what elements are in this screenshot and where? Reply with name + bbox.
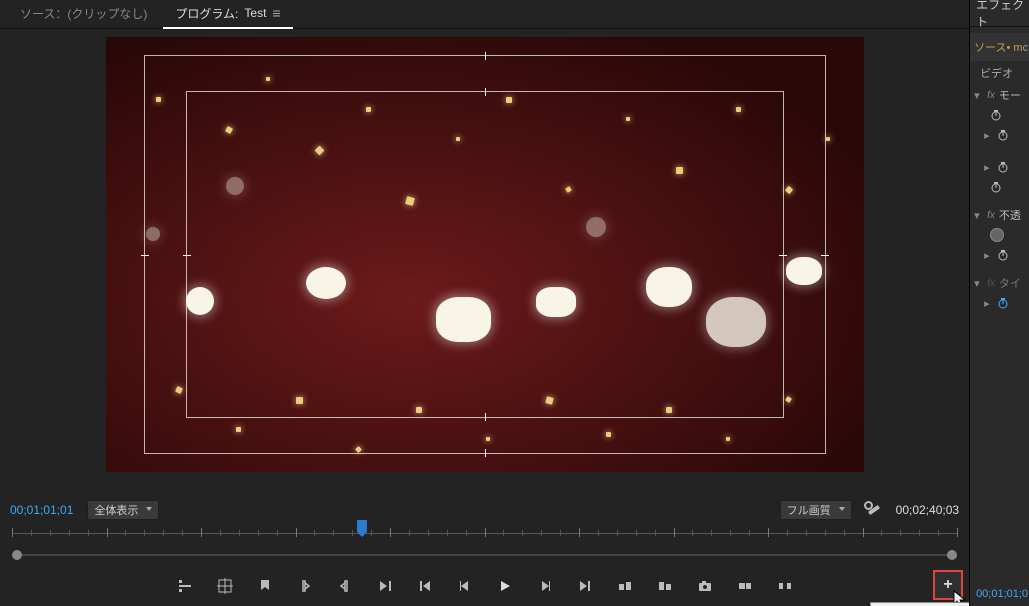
fx-badge-off-icon: fx [987, 278, 995, 289]
goto-marker-icon[interactable] [375, 576, 395, 596]
twirl-icon[interactable] [984, 297, 993, 310]
ellipse-mask-icon[interactable] [990, 228, 1004, 242]
opacity-label: 不透 [999, 207, 1021, 223]
safe-margin-inner [186, 91, 784, 418]
twirl-icon[interactable] [984, 161, 993, 174]
effect-tab[interactable]: エフェクト [970, 0, 1029, 27]
markers-icon[interactable] [175, 576, 195, 596]
resolution-select[interactable]: フル画質 [780, 500, 852, 520]
transport-bar: + ボタンエディター [0, 566, 969, 606]
twirl-open-icon[interactable] [974, 277, 983, 290]
stopwatch-active-icon[interactable] [997, 297, 1009, 309]
stopwatch-icon[interactable] [990, 109, 1002, 121]
monitor-tabs: ソース：(クリップなし) プログラム: Test ≡ [0, 0, 969, 29]
overwrite-icon[interactable] [775, 576, 795, 596]
stopwatch-icon[interactable] [997, 249, 1009, 261]
timecode-current[interactable]: 00;01;01;01 [10, 503, 73, 517]
tab-source-label: ソース：(クリップなし) [20, 5, 147, 22]
step-back-icon[interactable] [455, 576, 475, 596]
twirl-icon[interactable] [984, 129, 993, 142]
play-icon[interactable] [495, 576, 515, 596]
source-line: ソース• mc [970, 33, 1029, 61]
stopwatch-icon[interactable] [997, 129, 1009, 141]
stopwatch-icon[interactable] [997, 161, 1009, 173]
monitor-area [0, 29, 969, 498]
resolution-select-label: フル画質 [787, 502, 831, 518]
zoom-select-label: 全体表示 [94, 502, 138, 518]
marker-add-icon[interactable] [255, 576, 275, 596]
settings-icon[interactable] [866, 502, 882, 518]
prop-row[interactable] [970, 177, 1029, 197]
motion-row[interactable]: fx モー [970, 85, 1029, 105]
extract-icon[interactable] [655, 576, 675, 596]
timecode-duration: 00;02;40;03 [896, 503, 959, 517]
video-frame[interactable] [106, 37, 864, 472]
tab-program[interactable]: プログラム: Test ≡ [163, 0, 292, 29]
out-point-icon[interactable] [335, 576, 355, 596]
fx-badge-icon: fx [987, 210, 995, 221]
insert-icon[interactable] [735, 576, 755, 596]
opacity-row[interactable]: fx 不透 [970, 205, 1029, 225]
goto-in-icon[interactable] [415, 576, 435, 596]
zoom-handle-right[interactable] [947, 550, 957, 560]
zoom-select[interactable]: 全体表示 [87, 500, 159, 520]
twirl-icon[interactable] [984, 249, 993, 262]
twirl-open-icon[interactable] [974, 89, 983, 102]
zoom-handle-left[interactable] [12, 550, 22, 560]
fx-badge-icon: fx [987, 90, 995, 101]
time-remap-row[interactable]: fx タイ [970, 273, 1029, 293]
prop-row[interactable] [970, 125, 1029, 145]
button-editor-tooltip: ボタンエディター [870, 602, 971, 606]
video-header: ビデオ [970, 61, 1029, 85]
program-monitor-panel: ソース：(クリップなし) プログラム: Test ≡ [0, 0, 969, 606]
tab-menu-icon[interactable]: ≡ [272, 5, 280, 21]
monitor-info-bar: 00;01;01;01 全体表示 フル画質 00;02;40;03 [0, 498, 969, 522]
zoom-bar[interactable] [12, 548, 957, 562]
effect-controls-panel: エフェクト ソース• mc ビデオ fx モー fx 不透 fx タイ 00;0… [969, 0, 1029, 606]
step-fwd-icon[interactable] [535, 576, 555, 596]
in-point-icon[interactable] [295, 576, 315, 596]
plus-icon: + [943, 576, 952, 594]
tab-program-name: Test [244, 6, 266, 20]
time-label: タイ [999, 275, 1021, 291]
prop-row[interactable] [970, 245, 1029, 265]
time-ruler[interactable] [12, 522, 957, 546]
prop-row[interactable] [970, 105, 1029, 125]
panel-timecode[interactable]: 00;01;01;01 [976, 588, 1029, 600]
tab-program-prefix: プログラム: [175, 5, 238, 22]
stopwatch-icon[interactable] [990, 181, 1002, 193]
prop-row[interactable] [970, 157, 1029, 177]
motion-label: モー [999, 87, 1021, 103]
twirl-open-icon[interactable] [974, 209, 983, 222]
goto-out-icon[interactable] [575, 576, 595, 596]
prop-row[interactable] [970, 293, 1029, 313]
safe-margin-icon[interactable] [215, 576, 235, 596]
playhead-icon[interactable] [357, 520, 367, 532]
mask-row[interactable] [970, 225, 1029, 245]
tab-source[interactable]: ソース：(クリップなし) [8, 0, 159, 29]
camera-icon[interactable] [695, 576, 715, 596]
lift-icon[interactable] [615, 576, 635, 596]
effect-tab-label: エフェクト [976, 0, 1029, 30]
